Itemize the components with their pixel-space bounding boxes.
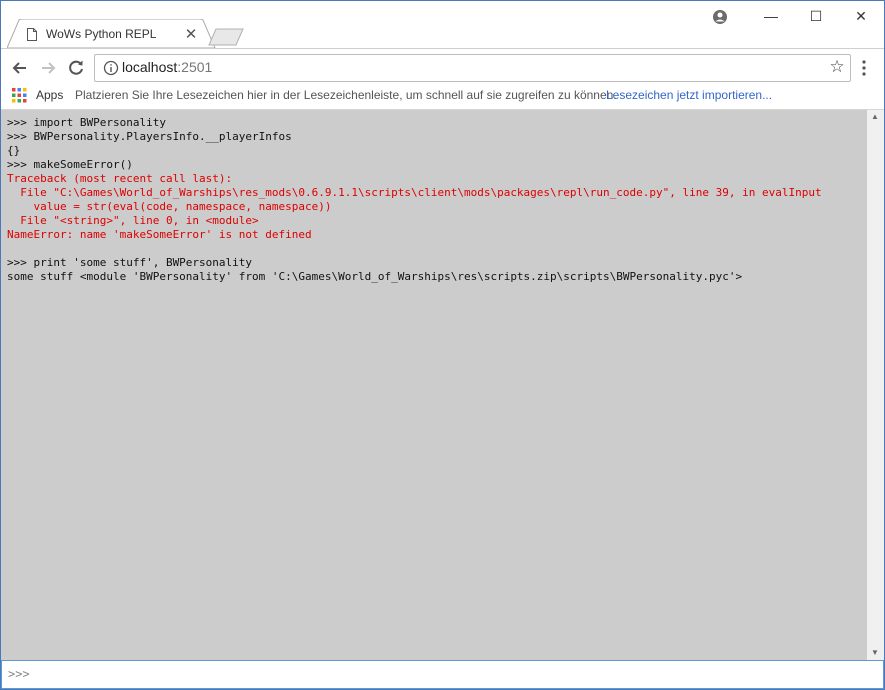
repl-command-input[interactable] — [8, 664, 868, 684]
tab-title: WoWs Python REPL — [46, 27, 157, 41]
scrollbar[interactable]: ▲ ▼ — [867, 110, 884, 660]
import-bookmarks-link[interactable]: Lesezeichen jetzt importieren... — [606, 88, 772, 102]
console-error-line: File "<string>", line 0, in <module> — [7, 214, 259, 227]
repl-input-bar — [1, 660, 884, 689]
console-output: >>> import BWPersonality >>> BWPersonalit… — [7, 116, 822, 284]
tab-close-icon[interactable]: ✕ — [184, 25, 198, 43]
title-bar: WoWs Python REPL ✕ — ☐ ✕ — [1, 1, 884, 48]
console-line: >>> makeSomeError() — [7, 158, 133, 171]
bookmarks-hint: Platzieren Sie Ihre Lesezeichen hier in … — [75, 88, 617, 102]
url-text: localhost:2501 — [122, 59, 212, 75]
page-icon — [27, 28, 37, 41]
forward-arrow-icon[interactable] — [37, 57, 59, 79]
console-line: >>> import BWPersonality — [7, 116, 166, 129]
console-error-line: File "C:\Games\World_of_Warships\res_mod… — [7, 186, 822, 199]
back-arrow-icon[interactable] — [9, 57, 31, 79]
window-close-button[interactable]: ✕ — [850, 7, 872, 25]
info-icon[interactable] — [103, 60, 119, 76]
menu-dots-icon[interactable] — [859, 59, 869, 77]
browser-toolbar: localhost:2501 ☆ — [1, 48, 884, 86]
apps-grid-icon[interactable] — [12, 88, 27, 103]
address-bar[interactable]: localhost:2501 — [94, 54, 851, 82]
url-port: :2501 — [177, 59, 213, 75]
console-line: >>> print 'some stuff', BWPersonality — [7, 256, 253, 269]
profile-icon[interactable] — [712, 9, 728, 25]
console-error-line: value = str(eval(code, namespace, namesp… — [7, 200, 332, 213]
scroll-down-arrow-icon[interactable]: ▼ — [871, 648, 879, 657]
new-tab-button[interactable] — [207, 28, 247, 46]
console-error-line: NameError: name 'makeSomeError' is not d… — [7, 228, 312, 241]
scroll-up-arrow-icon[interactable]: ▲ — [871, 112, 879, 121]
console-error-line: Traceback (most recent call last): — [7, 172, 233, 185]
console-line: {} — [7, 144, 21, 157]
maximize-button[interactable]: ☐ — [805, 7, 827, 25]
browser-window: WoWs Python REPL ✕ — ☐ ✕ localhost:2501 … — [0, 0, 885, 690]
apps-link[interactable]: Apps — [36, 88, 63, 102]
console-line: >>> BWPersonality.PlayersInfo.__playerIn… — [7, 130, 292, 143]
url-host: localhost — [122, 59, 178, 75]
bookmarks-bar: Apps Platzieren Sie Ihre Lesezeichen hie… — [1, 85, 884, 110]
minimize-button[interactable]: — — [760, 7, 782, 25]
bookmark-star-icon[interactable]: ☆ — [827, 57, 847, 77]
repl-output-area: >>> import BWPersonality >>> BWPersonalit… — [1, 110, 867, 660]
reload-icon[interactable] — [65, 57, 87, 79]
console-line: some stuff <module 'BWPersonality' from … — [7, 270, 743, 283]
